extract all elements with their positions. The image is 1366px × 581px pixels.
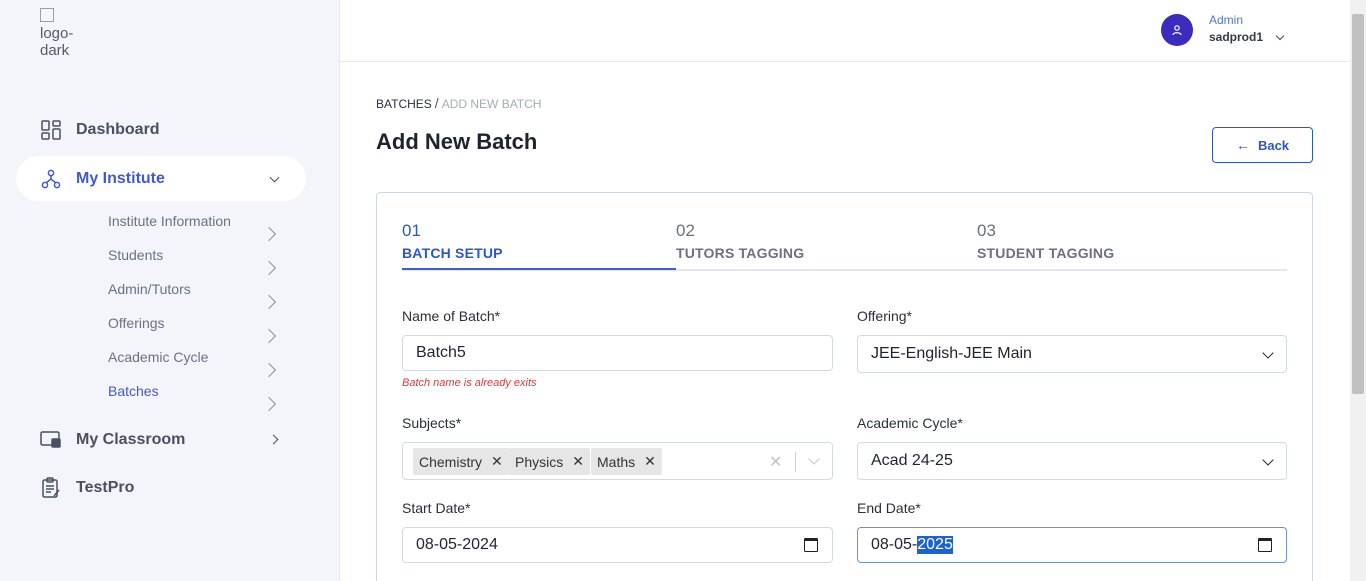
chevron-right-icon[interactable] [268, 434, 279, 445]
user-icon [1172, 25, 1182, 36]
steps-active-indicator [402, 268, 676, 270]
logo-image[interactable]: logo-dark [40, 8, 80, 56]
start-date-input[interactable]: 08-05-2024 [402, 527, 833, 563]
scrollbar-thumb[interactable] [1352, 14, 1364, 394]
sub-item-students[interactable]: Students [108, 247, 163, 263]
chevron-right-icon[interactable] [261, 328, 277, 344]
page-scrollbar[interactable] [1350, 0, 1366, 581]
nav-dashboard-label: Dashboard [76, 121, 160, 138]
calendar-icon[interactable] [804, 538, 818, 552]
back-button-label: Back [1257, 137, 1290, 153]
end-date-prefix: 08-05- [871, 536, 918, 553]
chevron-right-icon[interactable] [261, 362, 277, 378]
subject-chip-label: Physics [515, 453, 564, 470]
end-date-label: End Date* [857, 500, 921, 516]
nav-dashboard[interactable]: Dashboard [40, 119, 160, 141]
step-3-label[interactable]: STUDENT TAGGING [977, 245, 1114, 261]
sub-item-admin-tutors[interactable]: Admin/Tutors [108, 281, 191, 297]
test-clipboard-icon [40, 477, 62, 499]
page-title: Add New Batch [376, 129, 538, 154]
offering-label: Offering* [857, 308, 912, 324]
step-1-label[interactable]: BATCH SETUP [402, 245, 503, 261]
chevron-down-icon [1262, 454, 1274, 466]
breadcrumb-separator: / [434, 95, 439, 111]
offering-value: JEE-English-JEE Main [871, 345, 1032, 362]
breadcrumb-root[interactable]: BATCHES [376, 97, 432, 111]
arrow-left-icon: ← [1235, 137, 1250, 153]
clear-all-icon[interactable]: ✕ [769, 452, 782, 472]
org-chart-icon [40, 168, 62, 190]
academic-cycle-label: Academic Cycle* [857, 415, 963, 431]
academic-cycle-select[interactable]: Acad 24-25 [857, 442, 1287, 480]
sub-item-batches[interactable]: Batches [108, 383, 159, 399]
chevron-right-icon[interactable] [261, 226, 277, 242]
nav-my-institute-label: My Institute [76, 170, 165, 187]
classroom-icon [40, 429, 62, 451]
user-name[interactable]: sadprod1 [1209, 30, 1263, 44]
chevron-down-icon[interactable] [808, 453, 820, 465]
multiselect-divider [795, 452, 796, 472]
batch-name-value: Batch5 [416, 344, 466, 361]
sub-item-institute-information[interactable]: Institute Information [108, 213, 231, 229]
step-2-number[interactable]: 02 [676, 221, 695, 241]
sub-item-offerings[interactable]: Offerings [108, 315, 165, 331]
calendar-icon[interactable] [1258, 538, 1272, 552]
nav-my-classroom[interactable]: My Classroom [40, 429, 185, 451]
dashboard-icon [40, 119, 62, 141]
nav-testpro-label: TestPro [76, 479, 135, 496]
step-2-label[interactable]: TUTORS TAGGING [676, 245, 804, 261]
academic-cycle-value: Acad 24-25 [871, 452, 953, 469]
nav-testpro[interactable]: TestPro [40, 477, 134, 499]
chevron-down-icon[interactable] [1275, 31, 1285, 41]
logo-alt-text: logo-dark [40, 25, 74, 56]
remove-chip-icon[interactable]: ✕ [644, 453, 656, 470]
sidebar: logo-dark Dashboard My Institute Institu… [0, 0, 340, 581]
chevron-down-icon [1262, 347, 1274, 359]
start-date-value: 08-05-2024 [416, 536, 498, 553]
step-3-number[interactable]: 03 [977, 221, 996, 241]
nav-my-institute[interactable]: My Institute [40, 168, 165, 190]
subject-chip-label: Chemistry [419, 453, 483, 470]
chevron-right-icon[interactable] [261, 260, 277, 276]
batch-name-error: Batch name is already exits [402, 377, 537, 389]
remove-chip-icon[interactable]: ✕ [572, 453, 584, 470]
subject-chip-label: Maths [597, 453, 636, 470]
start-date-label: Start Date* [402, 500, 471, 516]
subject-chip: Chemistry ✕ [413, 448, 509, 475]
breadcrumb-current: ADD NEW BATCH [441, 97, 542, 111]
back-button[interactable]: ← Back [1212, 127, 1313, 163]
subject-chip: Maths ✕ [591, 448, 662, 475]
batch-name-input[interactable]: Batch5 [402, 335, 833, 371]
broken-image-icon [40, 8, 54, 22]
chevron-right-icon[interactable] [261, 294, 277, 310]
chevron-right-icon[interactable] [261, 396, 277, 412]
offering-select[interactable]: JEE-English-JEE Main [857, 335, 1287, 373]
step-1-number[interactable]: 01 [402, 221, 421, 241]
sub-item-academic-cycle[interactable]: Academic Cycle [108, 349, 208, 365]
batch-name-label: Name of Batch* [402, 308, 501, 324]
breadcrumb: BATCHES / ADD NEW BATCH [376, 95, 541, 111]
top-header: Admin sadprod1 [340, 0, 1350, 62]
user-role: Admin [1209, 13, 1244, 27]
subjects-multiselect[interactable]: Chemistry ✕ Physics ✕ Maths ✕ ✕ [402, 442, 833, 480]
end-date-input[interactable]: 08-05- 2025 [857, 527, 1287, 563]
subjects-label: Subjects* [402, 415, 462, 431]
subject-chip: Physics ✕ [509, 448, 590, 475]
end-date-year-selected: 2025 [917, 536, 953, 554]
avatar[interactable] [1161, 14, 1193, 46]
nav-my-classroom-label: My Classroom [76, 431, 186, 448]
remove-chip-icon[interactable]: ✕ [491, 453, 503, 470]
